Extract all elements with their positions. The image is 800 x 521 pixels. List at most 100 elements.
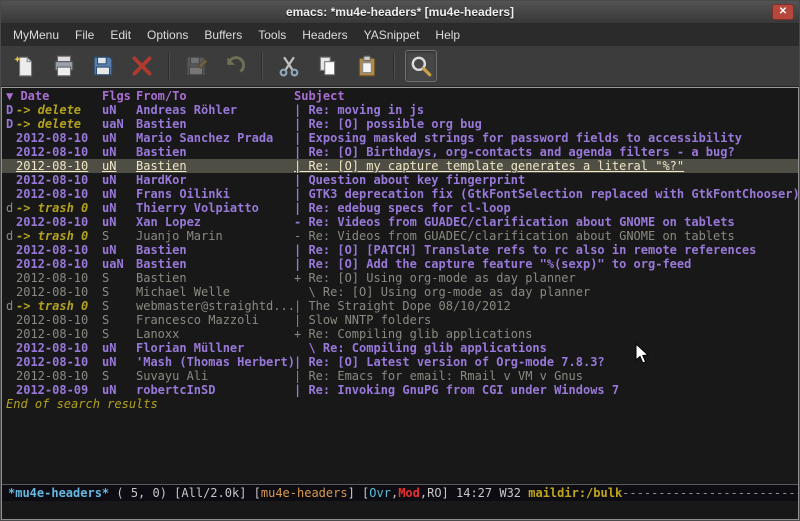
message-row[interactable]: 2012-08-10uNBastien| Re: [O] my capture …	[2, 159, 798, 173]
row-date: -> trash 0	[16, 201, 102, 215]
row-from: HardKor	[136, 173, 294, 187]
row-from: 'Mash (Thomas Herbert)	[136, 355, 294, 369]
save-icon[interactable]	[87, 50, 119, 82]
toolbar	[1, 46, 799, 87]
row-from: Bastien	[136, 271, 294, 285]
row-mark: D	[6, 103, 16, 117]
row-flags: uN	[102, 215, 136, 229]
message-row[interactable]: 2012-08-10uNBastien| Re: [O] [PATCH] Tra…	[2, 243, 798, 257]
new-file-icon[interactable]	[9, 50, 41, 82]
message-row[interactable]: 2012-08-10uNXan Lopez- Re: Videos from G…	[2, 215, 798, 229]
row-mark	[6, 187, 16, 201]
headerline-from[interactable]: From/To	[136, 89, 294, 103]
row-date: 2012-08-09	[16, 383, 102, 397]
message-row[interactable]: 2012-08-10SSuvayu Ali| Re: Emacs for ema…	[2, 369, 798, 383]
row-flags: uN	[102, 173, 136, 187]
row-subject: - Re: Videos from GUADEC/clarification a…	[294, 215, 798, 229]
message-row[interactable]: 2012-08-10SBastien+ Re: [O] Using org-mo…	[2, 271, 798, 285]
row-date: 2012-08-10	[16, 271, 102, 285]
row-subject: \ Re: Compiling glib applications	[294, 341, 798, 355]
row-date: -> delete	[16, 117, 102, 131]
headerline-flags[interactable]: Flgs	[102, 89, 136, 103]
row-mark	[6, 341, 16, 355]
message-row[interactable]: D-> deleteuaNBastien| Re: [O] possible o…	[2, 117, 798, 131]
modeline-segment-folder: maildir:/bulk	[528, 486, 622, 500]
message-row[interactable]: 2012-08-10uaNBastien| Re: [O] Add the ca…	[2, 257, 798, 271]
message-row[interactable]: d-> trash 0SJuanjo Marin- Re: Videos fro…	[2, 229, 798, 243]
emacs-window: emacs: *mu4e-headers* [mu4e-headers] ✕ M…	[0, 0, 800, 521]
search-icon[interactable]	[405, 50, 437, 82]
close-icon: ✕	[779, 6, 787, 17]
row-date: 2012-08-10	[16, 159, 102, 173]
message-row[interactable]: 2012-08-10SFrancesco Mazzoli| Slow NNTP …	[2, 313, 798, 327]
row-from: Juanjo Marin	[136, 229, 294, 243]
row-from: Xan Lopez	[136, 215, 294, 229]
row-subject: | Exposing masked strings for password f…	[294, 131, 798, 145]
row-date: 2012-08-10	[16, 313, 102, 327]
headerline-subject[interactable]: Subject	[294, 89, 798, 103]
row-flags: uN	[102, 145, 136, 159]
row-flags: uN	[102, 341, 136, 355]
menu-item-mymenu[interactable]: MyMenu	[5, 25, 67, 45]
message-list: D-> deleteuNAndreas Röhler| Re: moving i…	[2, 103, 798, 397]
menu-item-options[interactable]: Options	[139, 25, 196, 45]
message-row[interactable]: D-> deleteuNAndreas Röhler| Re: moving i…	[2, 103, 798, 117]
message-row[interactable]: 2012-08-10uNFrans Oilinki| GTK3 deprecat…	[2, 187, 798, 201]
row-mark	[6, 369, 16, 383]
kill-buffer-icon[interactable]	[126, 50, 158, 82]
row-flags: S	[102, 271, 136, 285]
row-subject: \ Re: [O] Using org-mode as day planner	[294, 285, 798, 299]
menu-item-buffers[interactable]: Buffers	[196, 25, 250, 45]
copy-icon[interactable]	[312, 50, 344, 82]
message-row[interactable]: d-> trash 0uNThierry Volpiatto| Re: edeb…	[2, 201, 798, 215]
menu-item-edit[interactable]: Edit	[102, 25, 139, 45]
menu-item-yasnippet[interactable]: YASnippet	[356, 25, 428, 45]
row-subject: + Re: Compiling glib applications	[294, 327, 798, 341]
row-date: 2012-08-10	[16, 131, 102, 145]
row-mark	[6, 313, 16, 327]
message-row[interactable]: d-> trash 0Swebmaster@straightd...| The …	[2, 299, 798, 313]
row-from: robertcInSD	[136, 383, 294, 397]
row-mark	[6, 271, 16, 285]
window-close-button[interactable]: ✕	[772, 4, 794, 20]
modeline-segment-dashes: ------------------------------------	[622, 486, 798, 500]
row-mark	[6, 173, 16, 187]
row-mark	[6, 355, 16, 369]
modeline-segment-buffer: *mu4e-headers*	[8, 486, 109, 500]
message-row[interactable]: 2012-08-10uN'Mash (Thomas Herbert)| Re: …	[2, 355, 798, 369]
message-row[interactable]: 2012-08-10uNFlorian Müllner \ Re: Compil…	[2, 341, 798, 355]
row-subject: | Re: Emacs for email: Rmail v VM v Gnus	[294, 369, 798, 383]
row-subject: | Re: [O] [PATCH] Translate refs to rc a…	[294, 243, 798, 257]
message-row[interactable]: 2012-08-10uNBastien| Re: [O] Birthdays, …	[2, 145, 798, 159]
row-from: webmaster@straightd...	[136, 299, 294, 313]
message-row[interactable]: 2012-08-10SLanoxx+ Re: Compiling glib ap…	[2, 327, 798, 341]
headerline-sort-date[interactable]: ▼ Date	[6, 89, 102, 103]
row-mark	[6, 327, 16, 341]
row-date: 2012-08-10	[16, 243, 102, 257]
menu-bar: MyMenuFileEditOptionsBuffersToolsHeaders…	[1, 24, 799, 46]
menu-item-help[interactable]: Help	[427, 25, 468, 45]
buffer-empty-space	[2, 411, 798, 484]
row-flags: S	[102, 313, 136, 327]
row-flags: uN	[102, 243, 136, 257]
mouse-cursor	[635, 343, 651, 365]
end-of-results: End of search results	[2, 397, 798, 411]
menu-item-file[interactable]: File	[67, 25, 102, 45]
print-icon[interactable]	[48, 50, 80, 82]
modeline-segment-plain: ,RO]	[420, 486, 456, 500]
message-row[interactable]: 2012-08-10uNMario Sanchez Prada| Exposin…	[2, 131, 798, 145]
message-row[interactable]: 2012-08-09uNrobertcInSD| Re: Invoking Gn…	[2, 383, 798, 397]
row-from: Bastien	[136, 117, 294, 131]
message-row[interactable]: 2012-08-10uNHardKor| Question about key …	[2, 173, 798, 187]
paste-icon[interactable]	[351, 50, 383, 82]
toolbar-separator	[393, 53, 395, 79]
row-subject: | The Straight Dope 08/10/2012	[294, 299, 798, 313]
message-row[interactable]: 2012-08-10SMichael Welle \ Re: [O] Using…	[2, 285, 798, 299]
cut-icon[interactable]	[273, 50, 305, 82]
row-mark	[6, 215, 16, 229]
minibuffer[interactable]	[2, 501, 798, 519]
window-title: emacs: *mu4e-headers* [mu4e-headers]	[1, 5, 799, 19]
menu-item-tools[interactable]: Tools	[250, 25, 294, 45]
row-subject: | Re: [O] possible org bug	[294, 117, 798, 131]
menu-item-headers[interactable]: Headers	[294, 25, 355, 45]
